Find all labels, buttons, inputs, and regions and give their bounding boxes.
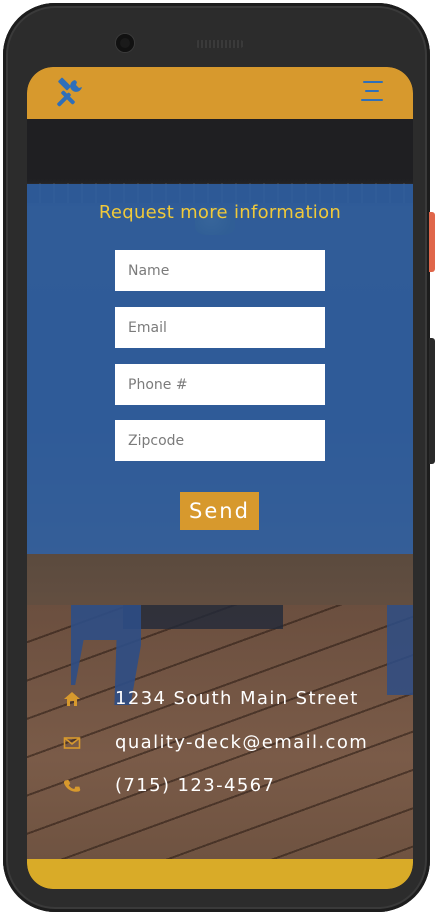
screen: Request more information Send 1234 South…	[27, 67, 413, 889]
form-title: Request more information	[98, 202, 342, 223]
envelope-icon	[63, 734, 81, 752]
volume-button	[429, 338, 435, 464]
footer-bar	[27, 859, 413, 889]
earpiece-speaker	[195, 40, 244, 48]
front-camera	[116, 34, 134, 52]
home-icon	[63, 690, 81, 708]
request-info-form: Request more information Send	[27, 184, 413, 554]
email-field[interactable]	[115, 307, 325, 348]
hamburger-menu-icon[interactable]	[359, 81, 385, 103]
top-navbar	[27, 67, 413, 119]
contact-address: 1234 South Main Street	[27, 685, 413, 715]
zipcode-field[interactable]	[115, 420, 325, 461]
name-field[interactable]	[115, 250, 325, 291]
send-button[interactable]: Send	[180, 492, 259, 530]
phone-text[interactable]: (715) 123-4567	[115, 775, 275, 796]
chair-leg-right	[387, 605, 413, 695]
phone-icon	[63, 777, 81, 795]
phone-field[interactable]	[115, 364, 325, 405]
phone-frame: Request more information Send 1234 South…	[3, 3, 430, 912]
email-text[interactable]: quality-deck@email.com	[115, 732, 368, 753]
contact-email: quality-deck@email.com	[27, 729, 413, 759]
address-text: 1234 South Main Street	[115, 688, 359, 709]
contact-phone: (715) 123-4567	[27, 772, 413, 802]
tools-icon[interactable]	[53, 77, 85, 109]
dark-stool	[123, 605, 283, 629]
power-button	[429, 212, 435, 272]
